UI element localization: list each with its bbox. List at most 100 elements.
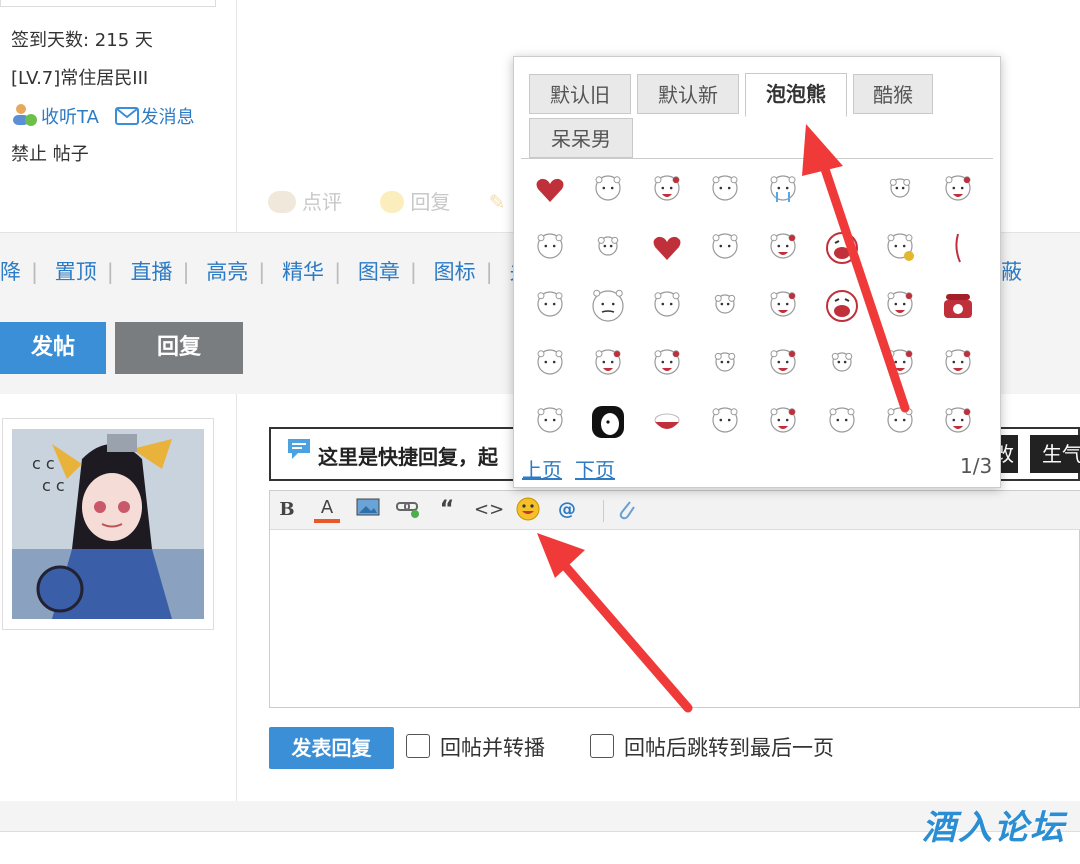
tab-underline: [521, 158, 993, 159]
emoji-sticker[interactable]: [880, 228, 920, 268]
emoji-prev-page-link[interactable]: 上页: [522, 454, 562, 483]
mention-button[interactable]: @: [555, 497, 579, 523]
emoji-sticker[interactable]: [530, 344, 570, 384]
emoji-sticker[interactable]: [705, 344, 745, 384]
smiley-icon: [516, 497, 540, 521]
bold-button[interactable]: B: [276, 497, 298, 523]
submit-reply-button[interactable]: 发表回复: [269, 727, 394, 769]
emoji-sticker[interactable]: [822, 344, 862, 384]
attachment-button[interactable]: [614, 497, 638, 523]
emoji-sticker[interactable]: [763, 170, 803, 210]
reply-action[interactable]: 回复: [380, 190, 466, 214]
follow-link[interactable]: 收听TA: [11, 104, 105, 128]
emoji-sticker[interactable]: [647, 170, 687, 210]
comment-label: 点评: [302, 190, 342, 214]
ban-links[interactable]: 禁止 帖子: [11, 140, 89, 166]
tab-cool-monkey[interactable]: 酷猴: [853, 74, 933, 114]
emoji-sticker[interactable]: [880, 286, 920, 326]
reply-button[interactable]: 回复: [115, 322, 243, 374]
user-level: [LV.7]常住居民III: [11, 68, 149, 89]
tab-dull-man[interactable]: 呆呆男: [529, 118, 633, 158]
quote-button[interactable]: “: [436, 497, 458, 523]
forum-logo: 酒入论坛: [922, 808, 1066, 848]
emoji-sticker[interactable]: [705, 170, 745, 210]
emoji-sticker[interactable]: [880, 402, 920, 442]
emoji-sticker[interactable]: [822, 170, 862, 210]
mod-link-demote[interactable]: 降: [0, 260, 21, 284]
speech-bubble-icon: [288, 439, 310, 459]
emoji-sticker[interactable]: [938, 344, 978, 384]
emoji-sticker[interactable]: [530, 286, 570, 326]
emoji-sticker[interactable]: [880, 170, 920, 210]
message-label: 发消息: [140, 107, 195, 128]
notice-button-angry[interactable]: 生气: [1030, 435, 1080, 473]
emoji-sticker[interactable]: [822, 402, 862, 442]
image-icon: [356, 498, 380, 516]
font-color-button[interactable]: A: [314, 497, 340, 523]
svg-text:c c: c c: [42, 476, 65, 495]
emoji-sticker[interactable]: [588, 402, 628, 442]
emoji-sticker[interactable]: [822, 228, 862, 268]
emoji-sticker[interactable]: [588, 286, 628, 326]
link-icon: [396, 502, 419, 518]
mod-link-icon[interactable]: 图标: [434, 260, 476, 284]
emoji-sticker[interactable]: [763, 344, 803, 384]
editor-toolbar: [270, 491, 1080, 530]
emoji-sticker[interactable]: [530, 170, 570, 210]
emoji-sticker[interactable]: [588, 228, 628, 268]
emoji-sticker[interactable]: [530, 402, 570, 442]
emoji-sticker[interactable]: [705, 402, 745, 442]
mod-link-highlight[interactable]: 高亮: [206, 260, 248, 284]
message-link[interactable]: 发消息: [114, 107, 195, 128]
emoji-sticker[interactable]: [763, 286, 803, 326]
tab-bubble-bear[interactable]: 泡泡熊: [745, 73, 847, 117]
edit-icon[interactable]: ✎: [489, 190, 506, 214]
tab-default-old[interactable]: 默认旧: [529, 74, 631, 114]
paperclip-icon: [619, 501, 635, 520]
comment-action[interactable]: 点评: [268, 190, 358, 214]
repost-label: 回帖并转播: [440, 736, 545, 760]
anime-girl-avatar-image: c c c c: [12, 429, 204, 619]
emoji-sticker[interactable]: [938, 170, 978, 210]
moderation-links: 降| 置顶| 直播| 高亮| 精华| 图章| 图标| 关闭|: [0, 256, 578, 286]
emoji-sticker[interactable]: [530, 228, 570, 268]
emoji-next-page-link[interactable]: 下页: [575, 454, 615, 483]
mod-link-pin[interactable]: 置顶: [55, 260, 97, 284]
new-post-button[interactable]: 发帖: [0, 322, 106, 374]
emoji-button[interactable]: [515, 497, 541, 523]
image-button[interactable]: [355, 497, 381, 523]
follow-label: 收听TA: [41, 107, 99, 128]
emoji-sticker[interactable]: [705, 228, 745, 268]
emoji-sticker[interactable]: [647, 228, 687, 268]
quick-reply-notice-text: 这里是快捷回复，起: [318, 445, 498, 469]
emoji-sticker[interactable]: [938, 402, 978, 442]
emoji-sticker[interactable]: [647, 402, 687, 442]
jump-last-page-checkbox[interactable]: [590, 734, 614, 758]
code-button[interactable]: <>: [474, 497, 504, 523]
emoji-sticker[interactable]: [938, 286, 978, 326]
avatar[interactable]: c c c c: [2, 418, 214, 630]
emoji-sticker[interactable]: [705, 286, 745, 326]
link-button[interactable]: [394, 497, 422, 523]
emoji-sticker[interactable]: [822, 286, 862, 326]
emoji-sticker[interactable]: [647, 344, 687, 384]
emoji-sticker[interactable]: [647, 286, 687, 326]
emoji-sticker[interactable]: [880, 344, 920, 384]
repost-checkbox[interactable]: [406, 734, 430, 758]
emoji-sticker[interactable]: [763, 228, 803, 268]
top-box: [0, 0, 216, 7]
mod-link-stamp[interactable]: 图章: [358, 260, 400, 284]
signin-days: 签到天数: 215 天: [11, 30, 153, 51]
mod-link-live[interactable]: 直播: [131, 260, 173, 284]
reply-icon: [380, 191, 405, 213]
mod-link-block[interactable]: 蔽: [1001, 256, 1022, 286]
mod-link-digest[interactable]: 精华: [282, 260, 324, 284]
emoji-sticker[interactable]: [763, 402, 803, 442]
emoji-sticker[interactable]: [588, 170, 628, 210]
emoji-sticker[interactable]: [588, 344, 628, 384]
envelope-icon: [114, 107, 139, 125]
column-divider: [236, 394, 237, 804]
emoji-sticker[interactable]: [938, 228, 978, 268]
follow-user-icon: [13, 104, 37, 126]
tab-default-new[interactable]: 默认新: [637, 74, 739, 114]
